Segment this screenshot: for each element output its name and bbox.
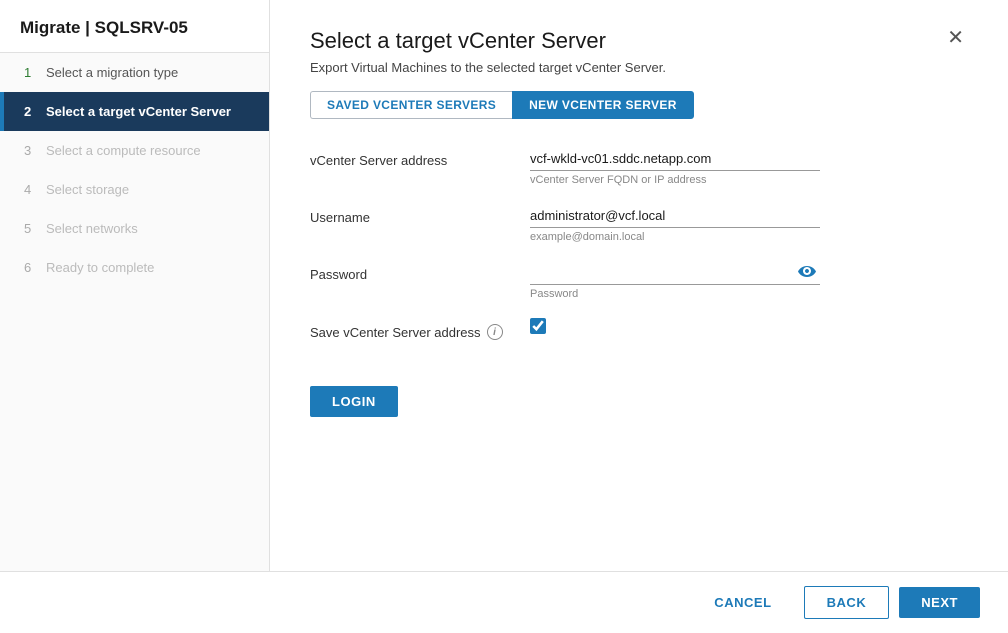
- save-address-field: [530, 318, 820, 334]
- password-row: Password Password: [310, 261, 968, 300]
- password-label: Password: [310, 261, 530, 282]
- close-icon: ✕: [947, 27, 964, 49]
- username-hint: example@domain.local: [530, 231, 820, 243]
- next-button[interactable]: NEXT: [899, 587, 980, 618]
- sidebar: Migrate | SQLSRV-05 1 Select a migration…: [0, 0, 270, 571]
- save-address-label: Save vCenter Server address i: [310, 318, 530, 340]
- username-label: Username: [310, 204, 530, 225]
- step-num-5: 5: [24, 221, 38, 236]
- password-field: Password: [530, 261, 820, 300]
- step-num-4: 4: [24, 182, 38, 197]
- eye-icon[interactable]: [798, 265, 816, 283]
- sidebar-step-5: 5 Select networks: [0, 209, 269, 248]
- step-label-6: Ready to complete: [46, 260, 154, 275]
- dialog-body: Migrate | SQLSRV-05 1 Select a migration…: [0, 0, 1008, 571]
- sidebar-step-1: 1 Select a migration type: [0, 53, 269, 92]
- tab-new-vcenter[interactable]: NEW VCENTER SERVER: [512, 91, 694, 119]
- step-label-3: Select a compute resource: [46, 143, 201, 158]
- vcenter-address-input[interactable]: [530, 147, 820, 171]
- sidebar-step-6: 6 Ready to complete: [0, 248, 269, 287]
- save-address-checkbox-row: [530, 318, 820, 334]
- vcenter-address-hint: vCenter Server FQDN or IP address: [530, 174, 820, 186]
- username-row: Username example@domain.local: [310, 204, 968, 243]
- step-num-6: 6: [24, 260, 38, 275]
- step-num-1: 1: [24, 65, 38, 80]
- step-label-1: Select a migration type: [46, 65, 178, 80]
- dialog-footer: CANCEL BACK NEXT: [0, 571, 1008, 633]
- sidebar-step-4: 4 Select storage: [0, 170, 269, 209]
- tab-saved-vcenter[interactable]: SAVED VCENTER SERVERS: [310, 91, 512, 119]
- cancel-button[interactable]: CANCEL: [692, 587, 793, 618]
- tab-bar: SAVED VCENTER SERVERS NEW VCENTER SERVER: [310, 91, 968, 119]
- step-label-2: Select a target vCenter Server: [46, 104, 231, 119]
- page-subtitle: Export Virtual Machines to the selected …: [310, 60, 968, 75]
- sidebar-title: Migrate | SQLSRV-05: [0, 0, 269, 53]
- sidebar-step-3: 3 Select a compute resource: [0, 131, 269, 170]
- sidebar-step-2: 2 Select a target vCenter Server: [0, 92, 269, 131]
- vcenter-address-label: vCenter Server address: [310, 147, 530, 168]
- step-num-3: 3: [24, 143, 38, 158]
- password-wrapper: [530, 261, 820, 285]
- step-num-2: 2: [24, 104, 38, 119]
- migrate-dialog: Migrate | SQLSRV-05 1 Select a migration…: [0, 0, 1008, 633]
- password-input[interactable]: [530, 261, 820, 285]
- password-hint: Password: [530, 288, 820, 300]
- save-address-checkbox[interactable]: [530, 318, 546, 334]
- main-content: Select a target vCenter Server ✕ Export …: [270, 0, 1008, 571]
- close-button[interactable]: ✕: [943, 28, 968, 48]
- info-icon: i: [487, 324, 503, 340]
- save-address-row: Save vCenter Server address i: [310, 318, 968, 340]
- vcenter-address-row: vCenter Server address vCenter Server FQ…: [310, 147, 968, 186]
- login-button[interactable]: LOGIN: [310, 386, 398, 417]
- page-title: Select a target vCenter Server: [310, 28, 606, 54]
- username-field: example@domain.local: [530, 204, 820, 243]
- step-label-5: Select networks: [46, 221, 138, 236]
- vcenter-address-field: vCenter Server FQDN or IP address: [530, 147, 820, 186]
- back-button[interactable]: BACK: [804, 586, 890, 619]
- form-section: vCenter Server address vCenter Server FQ…: [310, 147, 968, 417]
- username-input[interactable]: [530, 204, 820, 228]
- sidebar-steps: 1 Select a migration type 2 Select a tar…: [0, 53, 269, 287]
- main-header: Select a target vCenter Server ✕: [310, 28, 968, 54]
- step-label-4: Select storage: [46, 182, 129, 197]
